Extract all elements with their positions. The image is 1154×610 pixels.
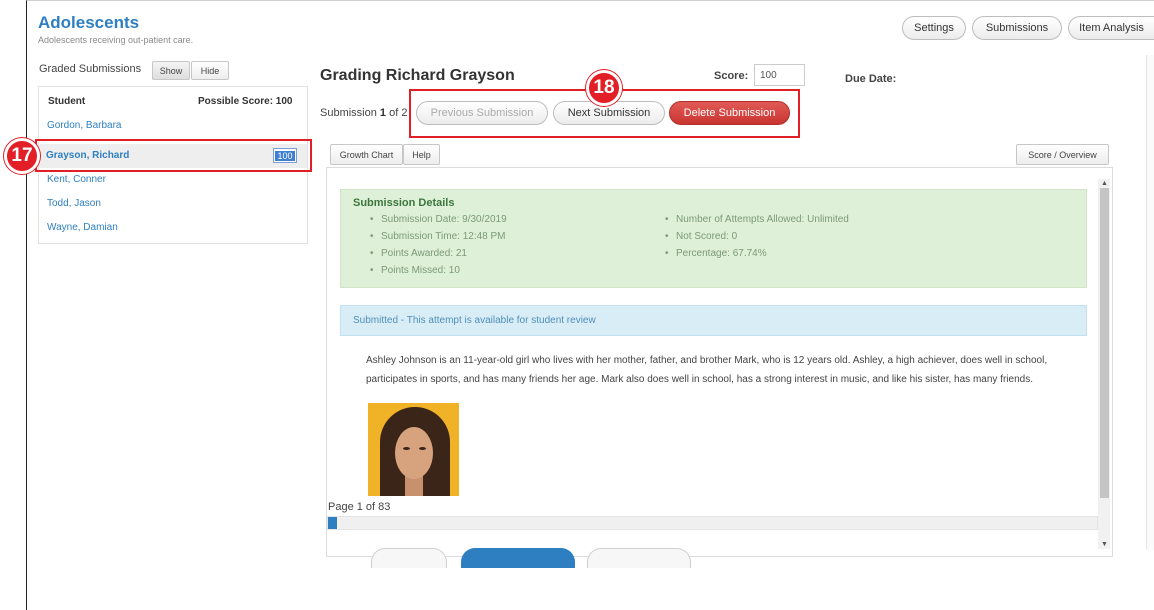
detail-item: Points Missed: 10 [370, 265, 460, 276]
student-link[interactable]: Todd, Jason [47, 198, 101, 209]
detail-item: Submission Time: 12:48 PM [370, 231, 505, 242]
course-subtitle: Adolescents receiving out-patient care. [38, 35, 194, 45]
show-button[interactable]: Show [152, 61, 190, 80]
due-date-label: Due Date: [845, 73, 897, 85]
callout-badge: 17 [4, 138, 40, 174]
detail-item: Number of Attempts Allowed: Unlimited [665, 214, 849, 225]
course-title[interactable]: Adolescents [38, 13, 139, 33]
scroll-up-icon[interactable]: ▲ [1100, 180, 1109, 187]
scrollbar-thumb[interactable] [1100, 188, 1109, 498]
patient-photo [368, 403, 459, 496]
submission-counter: Submission 1 of 2 [320, 107, 407, 119]
bottom-nav-button[interactable] [371, 548, 447, 568]
growth-chart-button[interactable]: Growth Chart [330, 144, 403, 165]
detail-item: Submission Date: 9/30/2019 [370, 214, 507, 225]
page-indicator: Page 1 of 83 [328, 501, 391, 513]
score-input[interactable]: 100 [754, 64, 805, 86]
detail-item: Not Scored: 0 [665, 231, 737, 242]
case-passage: Ashley Johnson is an 11-year-old girl wh… [366, 355, 1048, 385]
progress-bar-fill [328, 517, 337, 529]
student-link[interactable]: Gordon, Barbara [47, 120, 122, 131]
callout-badge: 18 [586, 70, 622, 106]
page-scrollbar[interactable] [1146, 55, 1154, 550]
scroll-down-icon[interactable]: ▼ [1100, 541, 1109, 548]
score-overview-button[interactable]: Score / Overview [1016, 144, 1109, 165]
detail-item: Points Awarded: 21 [370, 248, 467, 259]
help-button[interactable]: Help [403, 144, 440, 165]
graded-submissions-label: Graded Submissions [39, 63, 142, 75]
status-text: Submitted - This attempt is available fo… [353, 315, 596, 326]
callout-highlight-box [35, 139, 312, 172]
progress-bar-track [327, 516, 1098, 530]
student-link[interactable]: Kent, Conner [47, 174, 106, 185]
student-column-header: Student [48, 96, 86, 107]
submissions-button[interactable]: Submissions [972, 16, 1062, 40]
bottom-nav-button[interactable] [587, 548, 691, 568]
student-link[interactable]: Wayne, Damian [47, 222, 118, 233]
item-analysis-button[interactable]: Item Analysis [1068, 16, 1154, 40]
submission-prefix: Submission [320, 107, 380, 119]
submission-suffix: of 2 [386, 107, 408, 119]
hide-button[interactable]: Hide [191, 61, 229, 80]
detail-item: Percentage: 67.74% [665, 248, 767, 259]
possible-score-header: Possible Score: 100 [198, 96, 293, 107]
settings-button[interactable]: Settings [902, 16, 966, 40]
submission-details-title: Submission Details [353, 197, 455, 209]
bottom-nav-button-primary[interactable] [461, 548, 575, 568]
score-label: Score: [714, 70, 749, 82]
grading-title: Grading Richard Grayson [320, 67, 515, 84]
